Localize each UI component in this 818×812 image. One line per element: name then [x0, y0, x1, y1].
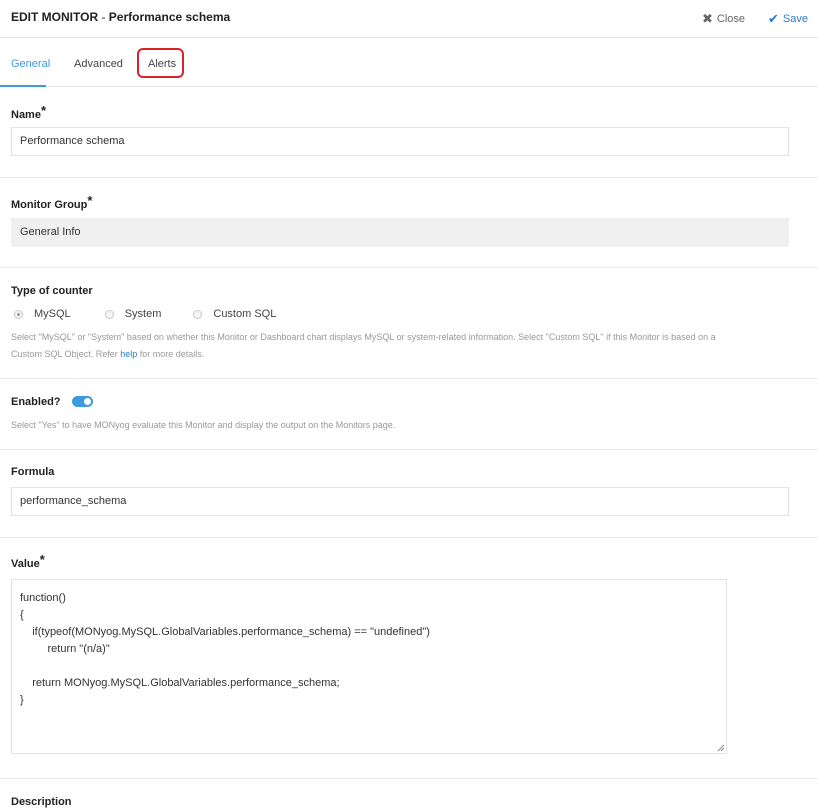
close-button[interactable]: ✖ Close: [702, 11, 745, 27]
radio-mysql[interactable]: [14, 309, 23, 319]
title-monitor-name: Performance schema: [108, 10, 231, 24]
help-link[interactable]: help: [120, 349, 137, 359]
counter-type-section: Type of counter MySQL System Custom SQL …: [0, 268, 818, 379]
help-line-1: Select "MySQL" or "System" based on whet…: [11, 332, 716, 342]
counter-type-options: MySQL System Custom SQL: [14, 308, 276, 320]
checkmark-icon: ✔: [768, 11, 779, 26]
header-bar: EDIT MONITOR - Performance schema ✖ Clos…: [0, 0, 818, 38]
tab-advanced[interactable]: Advanced: [74, 58, 123, 70]
save-label: Save: [782, 13, 808, 25]
radio-mysql-label: MySQL: [34, 308, 71, 320]
radio-custom-sql-label: Custom SQL: [213, 308, 277, 320]
required-marker: *: [39, 552, 45, 567]
title-separator: -: [98, 10, 109, 24]
code-line: function(): [20, 592, 66, 604]
radio-system-label: System: [124, 308, 162, 320]
formula-label: Formula: [11, 466, 55, 478]
monitor-group-label-text: Monitor Group: [11, 199, 88, 211]
name-input[interactable]: Performance schema: [11, 127, 789, 156]
tab-bar: General Advanced Alerts: [0, 38, 818, 87]
counter-type-label: Type of counter: [11, 285, 93, 297]
formula-section: Formula performance_schema: [0, 450, 818, 538]
enabled-toggle[interactable]: [72, 396, 93, 407]
counter-type-help: Select "MySQL" or "System" based on whet…: [11, 329, 791, 363]
code-line: return "(n/a)": [20, 643, 110, 655]
monitor-group-label: Monitor Group*: [11, 193, 93, 211]
save-button[interactable]: ✔ Save: [768, 11, 808, 27]
radio-custom-sql[interactable]: [193, 309, 203, 319]
enabled-label: Enabled?: [11, 396, 61, 408]
formula-input[interactable]: performance_schema: [11, 487, 789, 516]
tab-general[interactable]: General: [11, 58, 50, 70]
help-line-2: Custom SQL Object. Refer help for more d…: [11, 346, 791, 363]
title-prefix: EDIT MONITOR: [11, 10, 99, 24]
close-label: Close: [716, 13, 746, 25]
name-label-text: Name: [11, 109, 41, 121]
code-line: return MONyog.MySQL.GlobalVariables.perf…: [20, 677, 340, 689]
value-label-text: Value: [11, 558, 40, 570]
required-marker: *: [40, 103, 47, 118]
code-line: {: [20, 609, 24, 621]
tab-alerts[interactable]: Alerts: [148, 58, 176, 70]
help-line-2-prefix: Custom SQL Object. Refer: [11, 349, 121, 359]
value-code-editor[interactable]: function() { if(typeof(MONyog.MySQL.Glob…: [11, 579, 727, 754]
toggle-knob: [84, 398, 91, 405]
radio-system[interactable]: [104, 309, 114, 319]
enabled-section: Enabled? Select "Yes" to have MONyog eva…: [0, 379, 818, 450]
description-label: Description: [11, 796, 72, 808]
value-section: Value* function() { if(typeof(MONyog.MyS…: [0, 538, 818, 779]
name-section: Name* Performance schema: [0, 87, 818, 178]
name-label: Name*: [11, 103, 47, 121]
help-line-2-suffix: for more details.: [137, 349, 205, 359]
required-marker: *: [87, 193, 93, 208]
resize-handle-icon[interactable]: [717, 744, 725, 752]
code-line: }: [20, 694, 24, 706]
monitor-group-section: Monitor Group* General Info: [0, 178, 818, 268]
page-title: EDIT MONITOR - Performance schema: [11, 10, 230, 24]
monitor-group-field: General Info: [11, 218, 789, 247]
value-label: Value*: [11, 552, 45, 570]
close-icon: ✖: [702, 11, 713, 26]
enabled-help: Select "Yes" to have MONyog evaluate thi…: [11, 420, 396, 430]
description-section: Description: [0, 779, 818, 812]
code-line: if(typeof(MONyog.MySQL.GlobalVariables.p…: [20, 626, 430, 638]
